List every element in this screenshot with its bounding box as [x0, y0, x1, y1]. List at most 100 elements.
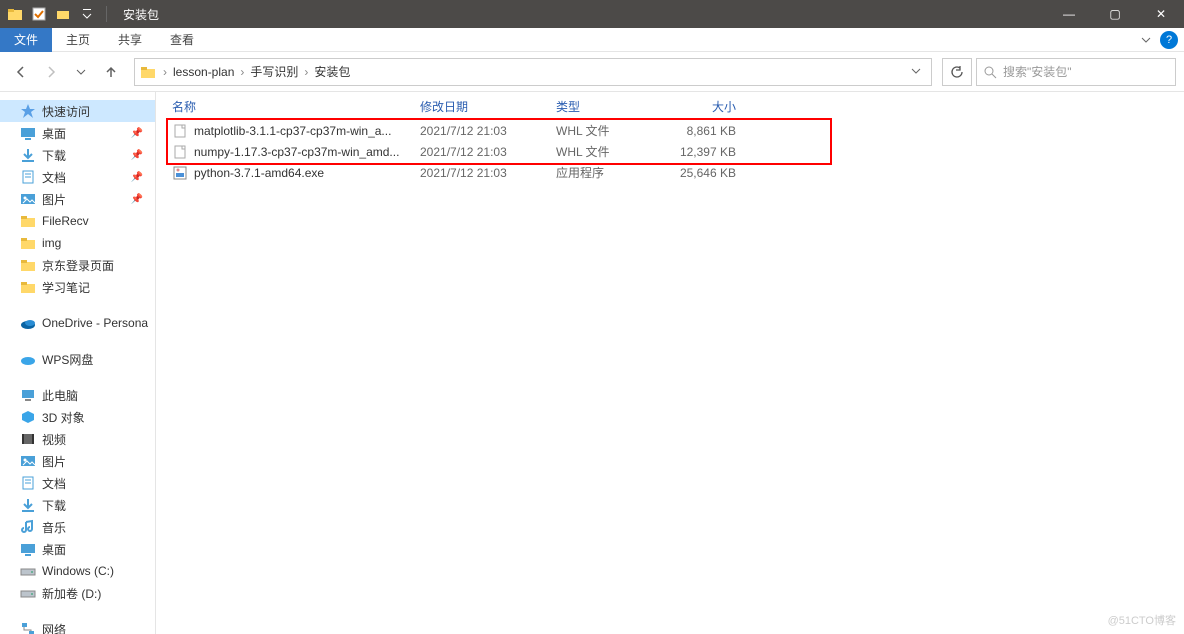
divider — [106, 6, 107, 22]
col-type[interactable]: 类型 — [556, 98, 666, 115]
watermark: @51CTO博客 — [1108, 612, 1176, 628]
sidebar-item[interactable]: 京东登录页面 — [0, 254, 155, 276]
folder-icon — [20, 213, 36, 229]
checkbox-icon[interactable] — [28, 3, 50, 25]
tab-home[interactable]: 主页 — [52, 28, 104, 52]
sidebar-item-label: 图片 — [42, 453, 66, 470]
file-row[interactable]: numpy-1.17.3-cp37-cp37m-win_amd... 2021/7… — [172, 141, 1184, 162]
column-headers[interactable]: 名称 修改日期 类型 大小 — [156, 92, 1184, 120]
qat-dropdown-icon[interactable] — [76, 3, 98, 25]
sidebar-item[interactable]: 下载 — [0, 494, 155, 516]
sidebar-item[interactable]: 桌面📌 — [0, 122, 155, 144]
folder-small-icon[interactable] — [52, 3, 74, 25]
file-row[interactable]: matplotlib-3.1.1-cp37-cp37m-win_a...2021… — [172, 120, 1184, 141]
quick-icon — [20, 103, 36, 119]
file-name: numpy-1.17.3-cp37-cp37m-win_amd... — [194, 145, 399, 159]
sidebar-item[interactable]: 3D 对象 — [0, 406, 155, 428]
sidebar-item[interactable]: 新加卷 (D:) — [0, 582, 155, 604]
drive-icon — [20, 563, 36, 579]
download-icon — [20, 147, 36, 163]
pin-icon: 📌 — [131, 172, 143, 183]
back-button[interactable] — [8, 59, 34, 85]
sidebar-item-label: 新加卷 (D:) — [42, 585, 101, 602]
pc-icon — [20, 387, 36, 403]
sidebar-item[interactable]: 视频 — [0, 428, 155, 450]
file-name: matplotlib-3.1.1-cp37-cp37m-win_a... — [194, 124, 391, 138]
sidebar-item[interactable]: 快速访问 — [0, 100, 155, 122]
sidebar-item-label: 图片 — [42, 191, 66, 208]
sidebar-item-label: 下载 — [42, 497, 66, 514]
sidebar-item[interactable]: 桌面 — [0, 538, 155, 560]
file-size: 12,397 KB — [666, 145, 756, 159]
download-icon — [20, 497, 36, 513]
drive-icon — [20, 585, 36, 601]
sidebar-item[interactable]: 音乐 — [0, 516, 155, 538]
sidebar-item-label: 京东登录页面 — [42, 257, 114, 274]
sidebar-item[interactable]: 下载 📌 — [0, 144, 155, 166]
navigation-bar: › lesson-plan › 手写识别 › 安装包 搜索"安装包" — [0, 52, 1184, 92]
network-icon — [20, 621, 36, 634]
sidebar-item-label: 桌面 — [42, 541, 66, 558]
tab-view[interactable]: 查看 — [156, 28, 208, 52]
forward-button[interactable] — [38, 59, 64, 85]
sidebar-item[interactable]: 网络 — [0, 618, 155, 634]
sidebar-item-label: WPS网盘 — [42, 351, 93, 368]
sidebar-item-label: 学习笔记 — [42, 279, 90, 296]
tab-share[interactable]: 共享 — [104, 28, 156, 52]
chevron-right-icon[interactable]: › — [302, 65, 310, 79]
maximize-button[interactable]: ▢ — [1092, 0, 1138, 28]
recent-dropdown-icon[interactable] — [68, 59, 94, 85]
minimize-button[interactable]: — — [1046, 0, 1092, 28]
search-input[interactable]: 搜索"安装包" — [976, 58, 1176, 86]
sidebar-item[interactable]: Windows (C:) — [0, 560, 155, 582]
sidebar-item[interactable]: 图片📌 — [0, 188, 155, 210]
video-icon — [20, 431, 36, 447]
sidebar-item[interactable]: 此电脑 — [0, 384, 155, 406]
file-size: 25,646 KB — [666, 166, 756, 180]
docs-icon — [20, 475, 36, 491]
sidebar-item-label: 文档 — [42, 169, 66, 186]
file-type: WHL 文件 — [556, 122, 666, 139]
sidebar-item[interactable]: WPS网盘 — [0, 348, 155, 370]
sidebar-item-label: 此电脑 — [42, 387, 78, 404]
navigation-pane: 快速访问桌面📌 下载 📌 文档 📌 图片📌FileRecvimg 京东登录页面学习笔记 One… — [0, 92, 156, 634]
file-row[interactable]: python-3.7.1-amd64.exe2021/7/12 21:03应用程… — [172, 162, 1184, 183]
ribbon-expand-icon[interactable] — [1132, 35, 1160, 45]
help-icon[interactable]: ? — [1160, 31, 1178, 49]
col-name[interactable]: 名称 — [172, 98, 420, 115]
folder-icon — [20, 257, 36, 273]
breadcrumb[interactable]: lesson-plan — [169, 65, 238, 79]
folder-icon — [4, 3, 26, 25]
sidebar-item-label: 下载 — [42, 147, 66, 164]
breadcrumb[interactable]: 安装包 — [310, 63, 354, 80]
close-button[interactable]: ✕ — [1138, 0, 1184, 28]
chevron-right-icon[interactable]: › — [238, 65, 246, 79]
sidebar-item[interactable]: img — [0, 232, 155, 254]
col-size[interactable]: 大小 — [666, 98, 756, 115]
sidebar-item[interactable]: 文档 — [0, 472, 155, 494]
refresh-button[interactable] — [942, 58, 972, 86]
chevron-right-icon[interactable]: › — [161, 65, 169, 79]
file-icon — [172, 165, 188, 181]
col-date[interactable]: 修改日期 — [420, 98, 556, 115]
desktop-icon — [20, 125, 36, 141]
folder-icon — [20, 279, 36, 295]
address-dropdown-icon[interactable] — [905, 65, 927, 79]
sidebar-item-label: 快速访问 — [42, 103, 90, 120]
sidebar-item-label: 音乐 — [42, 519, 66, 536]
file-date: 2021/7/12 21:03 — [420, 145, 556, 159]
sidebar-item[interactable]: 学习笔记 — [0, 276, 155, 298]
tab-file[interactable]: 文件 — [0, 28, 52, 52]
sidebar-item[interactable]: OneDrive - Persona — [0, 312, 155, 334]
desktop-icon — [20, 541, 36, 557]
sidebar-item[interactable]: 文档 📌 — [0, 166, 155, 188]
address-bar[interactable]: › lesson-plan › 手写识别 › 安装包 — [134, 58, 932, 86]
breadcrumb[interactable]: 手写识别 — [246, 63, 302, 80]
up-button[interactable] — [98, 59, 124, 85]
sidebar-item[interactable]: 图片 — [0, 450, 155, 472]
pin-icon: 📌 — [131, 150, 143, 161]
sidebar-item-label: 网络 — [42, 621, 66, 634]
sidebar-item[interactable]: FileRecv — [0, 210, 155, 232]
sidebar-item-label: Windows (C:) — [42, 564, 114, 578]
quick-access-toolbar — [0, 3, 117, 25]
